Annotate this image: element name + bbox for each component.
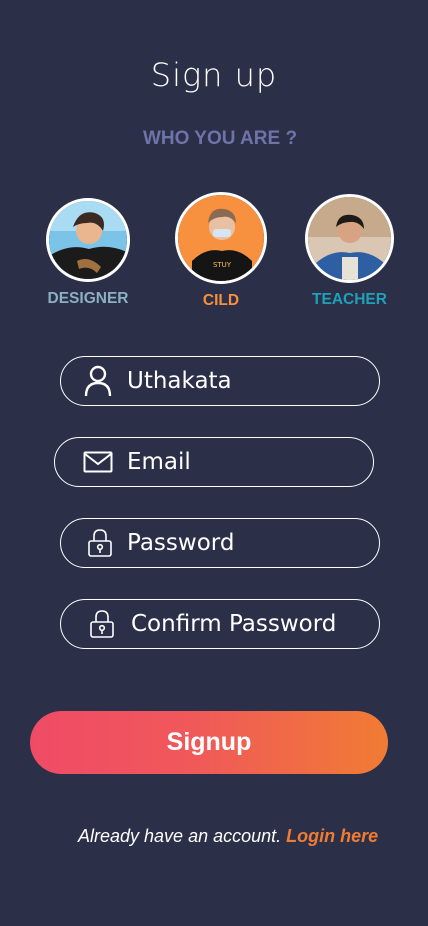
page-title: Sign up (150, 56, 278, 94)
login-prompt: Already have an account. Login here (78, 826, 378, 847)
lock-icon (85, 528, 115, 558)
login-link[interactable]: Login here (286, 826, 378, 846)
role-designer[interactable]: DESIGNER (46, 198, 130, 308)
password-input[interactable] (127, 530, 357, 556)
role-question: WHO YOU ARE ? (142, 128, 298, 149)
user-icon (83, 365, 113, 397)
username-input[interactable] (127, 368, 357, 394)
role-child[interactable]: STUY CILD (175, 192, 267, 310)
password-field[interactable] (60, 518, 380, 568)
designer-avatar[interactable] (46, 198, 130, 282)
child-portrait: STUY (178, 195, 264, 281)
svg-text:STUY: STUY (213, 261, 232, 269)
email-field[interactable] (54, 437, 374, 487)
teacher-portrait (308, 197, 391, 280)
child-avatar[interactable]: STUY (175, 192, 267, 284)
designer-portrait (49, 201, 127, 279)
login-prompt-text: Already have an account. (78, 826, 282, 846)
role-label: DESIGNER (47, 290, 129, 307)
confirm-password-field[interactable] (60, 599, 380, 649)
role-label: CILD (202, 292, 240, 309)
role-label: TEACHER (312, 291, 387, 308)
confirm-password-input[interactable] (131, 611, 361, 637)
username-field[interactable] (60, 356, 380, 406)
role-teacher[interactable]: TEACHER (305, 194, 394, 309)
email-input[interactable] (127, 449, 357, 475)
lock-icon (87, 609, 117, 639)
mail-icon (83, 447, 113, 477)
signup-button[interactable]: Signup (30, 711, 388, 774)
teacher-avatar[interactable] (305, 194, 394, 283)
